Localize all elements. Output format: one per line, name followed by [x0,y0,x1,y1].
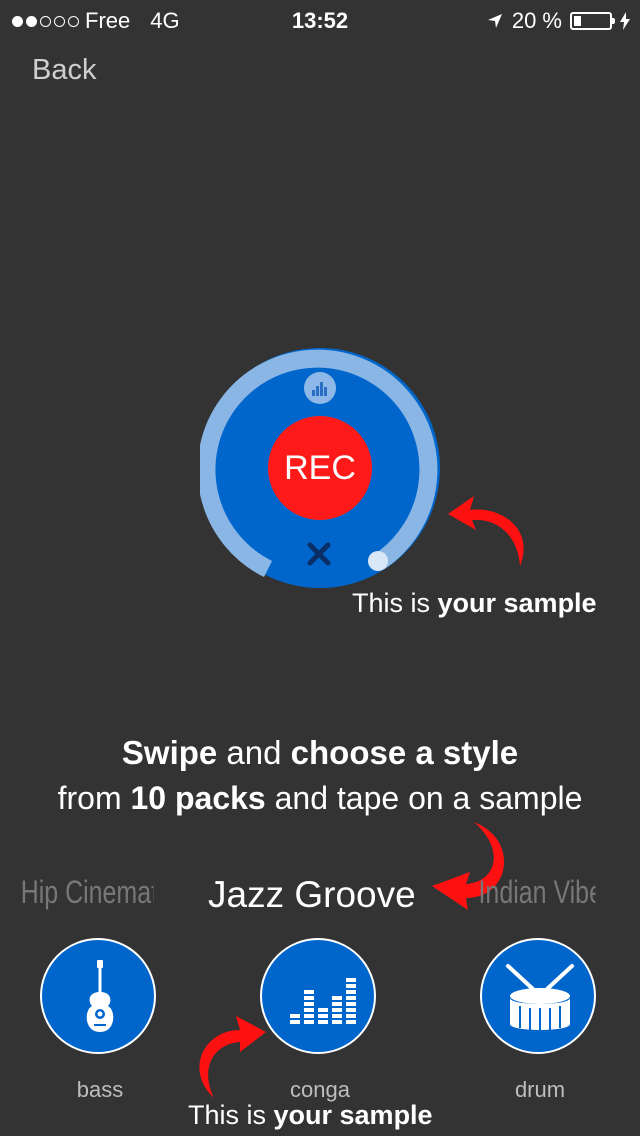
sample-caption: This is your sample [352,588,597,619]
guitar-icon [86,960,114,1032]
drum-button[interactable] [480,938,596,1054]
charging-bolt-icon [620,12,630,30]
rec-button[interactable]: REC [268,416,372,520]
pack-current[interactable]: Jazz Groove [208,874,416,916]
bass-label: bass [76,1077,124,1102]
instruction-line-2: from 10 packs and tape on a sample [0,780,640,817]
progress-knob[interactable] [368,551,388,571]
conga-button[interactable] [260,938,376,1054]
battery-icon [570,12,615,30]
instruction-bold-style: choose a style [290,734,519,771]
pointer-arrow-icon [448,496,524,566]
instruction-line-1: Swipe and choose a style [0,734,640,772]
instruction-text: and [217,734,291,771]
back-button[interactable]: Back [32,54,96,87]
status-right: 20 % [486,8,630,34]
caption-prefix: This is [188,1100,274,1130]
pointer-arrow-icon [199,1016,266,1098]
pack-next-label: Indian Vibe [478,874,596,910]
instruction-text: and tape on a sample [265,780,583,816]
location-arrow-icon [487,14,502,28]
pack-prev[interactable]: Hip Cinematic [21,874,154,911]
caption-bold: your sample [273,1100,433,1130]
caption-prefix: This is [352,588,438,618]
close-icon[interactable] [305,540,333,568]
pack-next[interactable]: Indian Vibe [479,874,596,911]
instruction-bold-swipe: Swipe [121,734,218,771]
instruction-text: from [57,780,131,816]
battery-percent: 20 % [511,8,562,33]
bass-button[interactable] [40,938,156,1054]
pack-prev-label: Hip Cinematic [20,874,154,910]
bottom-caption: This is your sample [188,1100,433,1131]
instruction-bold-packs: 10 packs [130,780,266,816]
equalizer-icon [290,978,356,1024]
drum-icon [506,964,574,1030]
drum-label: drum [514,1077,566,1102]
status-bar: Free 4G 13:52 20 % [0,0,640,40]
caption-bold: your sample [437,588,597,618]
sample-equalizer-icon[interactable] [304,372,336,404]
